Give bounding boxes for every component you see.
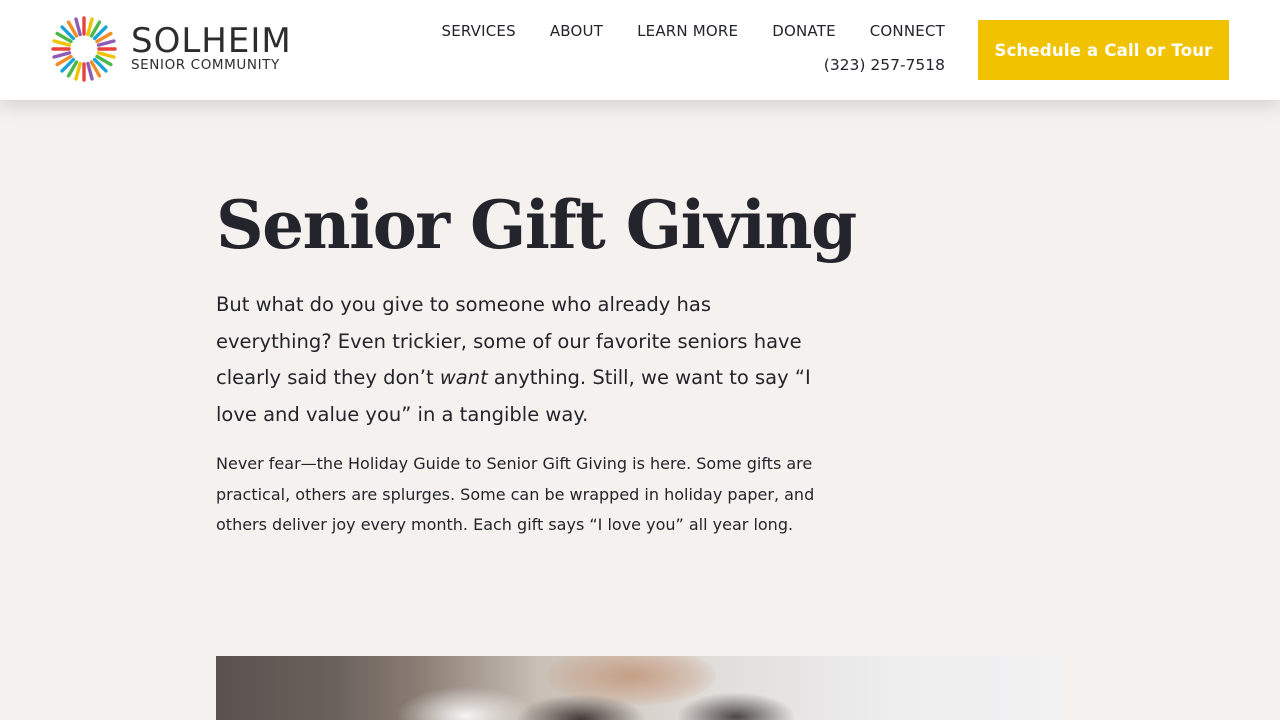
nav-item-learn-more[interactable]: LEARN MORE bbox=[637, 22, 738, 40]
sunburst-ray bbox=[74, 61, 82, 81]
main-nav: SERVICES ABOUT LEARN MORE DONATE CONNECT bbox=[441, 18, 945, 44]
nav-item-services[interactable]: SERVICES bbox=[441, 22, 515, 40]
sunburst-ray bbox=[74, 17, 82, 37]
sunburst-ray bbox=[52, 39, 72, 47]
schedule-call-button[interactable]: Schedule a Call or Tour bbox=[978, 20, 1229, 80]
brand-name: SOLHEIM bbox=[131, 21, 292, 61]
sunburst-icon bbox=[51, 16, 117, 82]
sunburst-ray bbox=[86, 17, 94, 37]
image-blur-light bbox=[396, 686, 536, 720]
body-paragraph: Never fear—the Holiday Guide to Senior G… bbox=[216, 454, 815, 534]
site-logo[interactable]: SOLHEIM SENIOR COMMUNITY bbox=[50, 15, 310, 85]
image-blur-dark-right bbox=[676, 692, 796, 720]
lead-paragraph: But what do you give to someone who alre… bbox=[216, 287, 828, 433]
brand-tagline: SENIOR COMMUNITY bbox=[131, 57, 280, 73]
lead-emphasis: want bbox=[439, 366, 488, 389]
page-title: Senior Gift Giving bbox=[216, 186, 857, 264]
sunburst-ray bbox=[96, 51, 116, 59]
hero-image bbox=[216, 656, 1064, 720]
phone-link[interactable]: (323) 257-7518 bbox=[824, 56, 945, 74]
nav-item-about[interactable]: ABOUT bbox=[550, 22, 603, 40]
site-header: SOLHEIM SENIOR COMMUNITY SERVICES ABOUT … bbox=[0, 0, 1280, 100]
sunburst-ray bbox=[96, 39, 116, 47]
sunburst-ray bbox=[52, 51, 72, 59]
nav-item-connect[interactable]: CONNECT bbox=[870, 22, 945, 40]
sunburst-ray bbox=[86, 61, 94, 81]
nav-item-donate[interactable]: DONATE bbox=[772, 22, 836, 40]
